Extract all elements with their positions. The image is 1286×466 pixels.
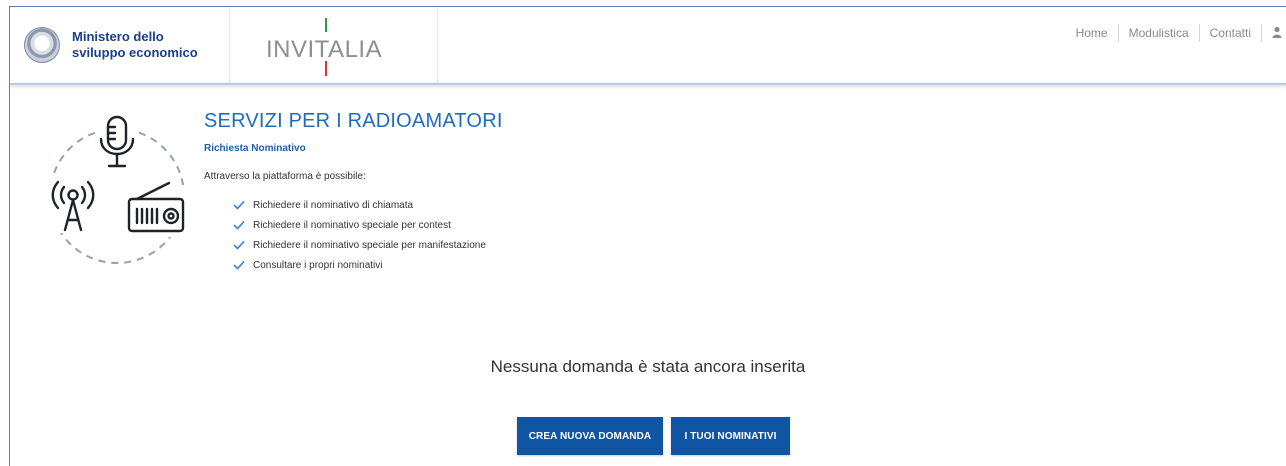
checkmark-icon xyxy=(232,259,245,272)
page-frame: Ministero dello sviluppo economico INVIT… xyxy=(9,6,1286,466)
ministry-logo[interactable]: Ministero dello sviluppo economico xyxy=(24,17,214,73)
invitalia-wordmark: INVITALIA xyxy=(266,36,383,63)
nav-contatti[interactable]: Contatti xyxy=(1200,26,1261,40)
feature-label: Richiedere il nominativo di chiamata xyxy=(253,199,414,211)
features-list: Richiedere il nominativo di chiamata Ric… xyxy=(232,195,486,275)
my-callsigns-button[interactable]: I TUOI NOMINATIVI xyxy=(671,417,790,455)
ministry-name-line1: Ministero dello xyxy=(72,29,164,44)
page-subtitle: Richiesta Nominativo xyxy=(204,143,306,154)
site-header: Ministero dello sviluppo economico INVIT… xyxy=(10,7,1286,85)
feature-label: Richiedere il nominativo speciale per co… xyxy=(253,219,451,231)
checkmark-icon xyxy=(232,199,245,212)
checkmark-icon xyxy=(232,239,245,252)
user-icon[interactable] xyxy=(1262,26,1286,41)
logo-green-bar xyxy=(325,18,327,32)
list-item: Richiedere il nominativo speciale per ma… xyxy=(232,235,486,255)
header-divider xyxy=(229,7,230,83)
create-application-button[interactable]: CREA NUOVA DOMANDA xyxy=(517,417,663,455)
page-title: SERVIZI PER I RADIOAMATORI xyxy=(204,110,503,132)
logo-red-bar xyxy=(325,61,327,76)
checkmark-icon xyxy=(232,219,245,232)
invitalia-logo[interactable]: INVITALIA xyxy=(266,18,382,76)
ministry-name-line2: sviluppo economico xyxy=(72,45,198,60)
empty-state-message: Nessuna domanda è stata ancora inserita xyxy=(490,357,806,376)
ministry-name: Ministero dello sviluppo economico xyxy=(72,29,198,61)
list-item: Consultare i propri nominativi xyxy=(232,255,486,275)
feature-label: Consultare i propri nominativi xyxy=(253,259,383,271)
list-item: Richiedere il nominativo speciale per co… xyxy=(232,215,486,235)
list-item: Richiedere il nominativo di chiamata xyxy=(232,195,486,215)
header-divider xyxy=(437,7,438,83)
intro-text: Attraverso la piattaforma è possibile: xyxy=(204,171,366,182)
nav-modulistica[interactable]: Modulistica xyxy=(1119,26,1199,40)
feature-label: Richiedere il nominativo speciale per ma… xyxy=(253,239,486,251)
top-nav: Home Modulistica Contatti xyxy=(1066,24,1286,42)
nav-home[interactable]: Home xyxy=(1066,26,1118,40)
republic-emblem-icon xyxy=(24,27,60,63)
radio-services-illustration xyxy=(45,113,190,268)
